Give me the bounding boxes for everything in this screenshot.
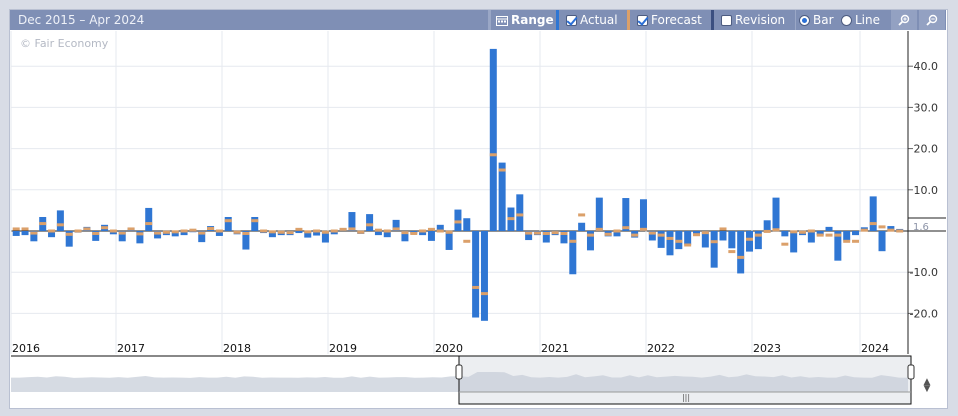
zoom-in-button[interactable]: [891, 10, 917, 30]
bar-mode-option[interactable]: Bar: [799, 10, 834, 30]
bar-radio[interactable]: [799, 14, 810, 26]
range-button[interactable]: Range: [496, 10, 554, 30]
revision-color-swatch: [711, 10, 714, 30]
forecast-color-swatch: [627, 10, 630, 30]
magnifier-plus-icon: [898, 14, 910, 26]
calendar-icon: [496, 15, 508, 26]
magnifier-minus-icon: [926, 14, 938, 26]
chart-frame: [9, 9, 948, 409]
actual-color-swatch: [556, 10, 559, 30]
bar-label: Bar: [813, 13, 834, 27]
forecast-checkbox[interactable]: [637, 14, 648, 26]
actual-checkbox[interactable]: [566, 14, 577, 26]
actual-label: Actual: [580, 13, 618, 27]
forecast-label: Forecast: [651, 13, 702, 27]
actual-toggle[interactable]: Actual: [566, 10, 618, 30]
zoom-out-button[interactable]: [919, 10, 945, 30]
forecast-toggle[interactable]: Forecast: [637, 10, 702, 30]
revision-checkbox[interactable]: [721, 14, 732, 26]
line-radio[interactable]: [841, 14, 852, 26]
revision-label: Revision: [735, 13, 786, 27]
toolbar: Dec 2015 – Apr 2024 Range Actual Forecas…: [10, 10, 946, 30]
line-mode-option[interactable]: Line: [841, 10, 880, 30]
revision-toggle[interactable]: Revision: [721, 10, 785, 30]
date-range-label: Dec 2015 – Apr 2024: [18, 13, 145, 27]
range-label: Range: [511, 13, 554, 27]
line-label: Line: [855, 13, 881, 27]
toolbar-separator: [488, 10, 491, 30]
toolbar-separator: [795, 10, 796, 30]
